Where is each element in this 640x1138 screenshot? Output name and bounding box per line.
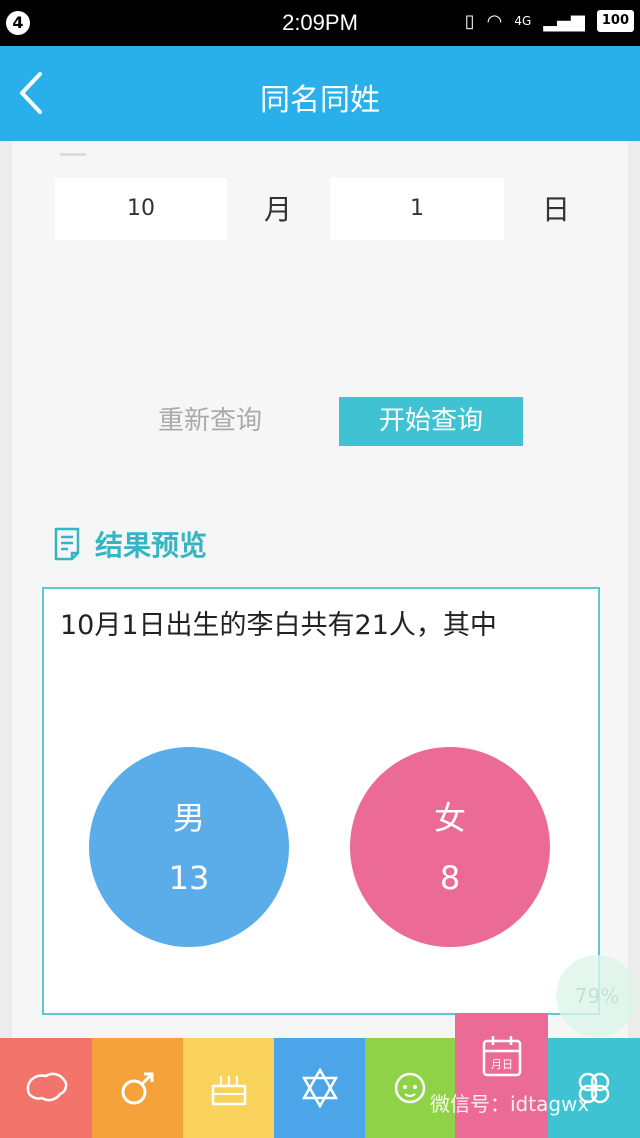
divider — [60, 153, 86, 156]
signal-icon: ▂▄▆ — [543, 10, 585, 32]
day-input[interactable]: 1 — [330, 178, 504, 240]
title-bar: 同名同姓 — [0, 46, 640, 141]
female-circle: 女 8 — [350, 747, 550, 947]
status-bar: 4 2:09PM ▯ ◠ 4G ▂▄▆ 100 — [0, 0, 640, 46]
calendar-icon-label: 月日 — [491, 1058, 513, 1071]
progress-indicator: 79% — [556, 955, 638, 1037]
tab-gender[interactable] — [92, 1038, 183, 1138]
status-icons: ▯ ◠ 4G ▂▄▆ 100 — [465, 10, 634, 32]
china-map-icon — [26, 1072, 68, 1102]
male-label: 男 — [172, 799, 205, 837]
tab-birthday[interactable] — [183, 1038, 274, 1138]
watermark: 微信号：idtagwx — [430, 1092, 590, 1116]
female-count: 8 — [439, 859, 461, 897]
calendar-icon: 月日 — [482, 1036, 521, 1077]
result-box: 10月1日出生的李白共有21人，其中 男 13 女 8 — [42, 587, 600, 1015]
wifi-icon: ◠ — [486, 10, 503, 32]
gender-male-icon — [121, 1072, 153, 1105]
day-unit-label: 日 — [542, 193, 571, 226]
tab-map[interactable] — [0, 1038, 92, 1138]
reset-button[interactable]: 重新查询 — [140, 397, 280, 445]
battery-icon: 100 — [596, 10, 634, 32]
sheep-icon — [394, 1072, 426, 1104]
result-section-title: 结果预览 — [95, 529, 208, 562]
birthday-cake-icon — [211, 1076, 246, 1106]
page-title: 同名同姓 — [260, 83, 380, 118]
start-query-button[interactable]: 开始查询 — [339, 397, 523, 446]
female-label: 女 — [433, 799, 466, 837]
male-circle: 男 13 — [89, 747, 289, 947]
tab-calendar[interactable]: 月日 — [455, 1013, 548, 1138]
network-type: 4G — [514, 14, 532, 28]
month-unit-label: 月 — [264, 193, 293, 226]
tab-constellation[interactable] — [274, 1038, 365, 1138]
result-section-header: 结果预览 — [53, 524, 207, 564]
month-input[interactable]: 10 — [55, 178, 227, 240]
vibrate-icon: ▯ — [464, 10, 475, 32]
result-summary: 10月1日出生的李白共有21人，其中 — [60, 610, 497, 641]
star-of-david-icon — [301, 1067, 338, 1109]
male-count: 13 — [168, 859, 210, 897]
document-icon — [54, 527, 80, 561]
